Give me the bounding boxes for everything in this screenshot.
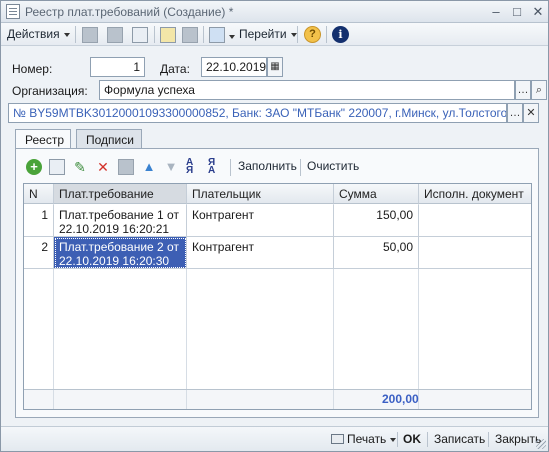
title-bar[interactable]: Реестр плат.требований (Создание) * – □ … <box>1 1 548 23</box>
chevron-down-icon <box>63 32 70 37</box>
toolbar-separator <box>75 26 76 43</box>
move-up-icon[interactable]: ▲ <box>141 159 157 175</box>
registry-table: N Плат.требование Плательщик Сумма Испол… <box>23 183 532 410</box>
edit-icon[interactable] <box>107 27 123 43</box>
ok-button[interactable]: OK <box>403 431 421 448</box>
actions-menu-label: Действия <box>7 27 60 41</box>
calendar-icon[interactable]: ▦ <box>267 57 283 77</box>
toolbar-separator <box>203 26 204 43</box>
help-icon[interactable]: ? <box>304 26 321 43</box>
copy-icon[interactable] <box>82 27 98 43</box>
main-toolbar: Действия Перейти ? i <box>1 23 548 46</box>
tab-signatures[interactable]: Подписи <box>76 129 142 149</box>
exec-document-cell[interactable] <box>419 237 531 269</box>
number-field[interactable]: 1 <box>90 57 145 77</box>
column-divider <box>186 390 187 409</box>
unpost-document-icon[interactable] <box>182 27 198 43</box>
move-down-icon[interactable]: ▼ <box>163 159 179 175</box>
sort-descending-icon[interactable]: ЯA <box>208 158 224 176</box>
search-icon[interactable]: ⌕ <box>531 80 547 100</box>
resize-grip[interactable] <box>536 439 546 449</box>
row-number: 2 <box>24 237 54 269</box>
toolbar-separator <box>427 432 428 447</box>
select-ellipsis-button[interactable]: … <box>515 80 531 100</box>
toolbar-separator <box>154 26 155 43</box>
payment-request-date: 22.10.2019 16:20:30 <box>59 254 170 268</box>
maximize-button[interactable]: □ <box>508 3 526 20</box>
fill-button[interactable]: Заполнить <box>238 157 297 176</box>
copy-row-icon[interactable] <box>49 159 65 175</box>
sum-cell[interactable]: 50,00 <box>334 237 419 269</box>
add-row-icon[interactable]: + <box>26 159 42 175</box>
edit-row-icon[interactable]: ✎ <box>72 159 88 175</box>
print-menu[interactable]: Печать <box>331 431 397 448</box>
payer-cell[interactable]: Контрагент <box>187 205 334 237</box>
bottom-command-bar: Печать OK Записать Закрыть <box>1 426 548 451</box>
end-edit-icon[interactable] <box>118 159 134 175</box>
date-field[interactable]: 22.10.2019 <box>201 57 267 77</box>
printer-icon <box>331 434 344 444</box>
post-document-icon[interactable] <box>160 27 176 43</box>
sum-cell[interactable]: 150,00 <box>334 205 419 237</box>
column-header-payer[interactable]: Плательщик <box>187 184 334 204</box>
payment-request-cell-selected[interactable]: Плат.требование 2 от 22.10.2019 16:20:30 <box>54 237 187 269</box>
document-icon <box>6 4 20 19</box>
column-divider <box>333 390 334 409</box>
minimize-button[interactable]: – <box>487 3 505 20</box>
close-button[interactable]: Закрыть <box>495 431 541 448</box>
goto-menu-label: Перейти <box>239 27 287 41</box>
exec-document-cell[interactable] <box>419 205 531 237</box>
toolbar-separator <box>397 432 398 447</box>
toolbar-separator <box>300 159 301 176</box>
payment-request-cell[interactable]: Плат.требование 1 от 22.10.2019 16:20:21 <box>54 205 187 237</box>
column-divider <box>53 390 54 409</box>
chevron-down-icon[interactable] <box>229 35 235 39</box>
chevron-down-icon <box>290 32 297 37</box>
toolbar-separator <box>297 26 298 43</box>
bank-account-field[interactable]: № BY59MTBK30120001093300000852, Банк: ЗА… <box>8 103 507 123</box>
delete-row-icon[interactable]: ✕ <box>95 159 111 175</box>
structure-icon[interactable] <box>209 27 225 43</box>
clear-icon[interactable]: ✕ <box>523 103 539 123</box>
organization-field[interactable]: Формула успеха <box>99 80 515 100</box>
toolbar-separator <box>326 26 327 43</box>
tab-registry[interactable]: Реестр <box>15 129 71 150</box>
sort-ascending-icon[interactable]: AЯ <box>186 158 202 176</box>
toolbar-separator <box>488 432 489 447</box>
table-totals-row: 200,00 <box>24 389 531 409</box>
chevron-down-icon <box>390 437 397 442</box>
payment-request-title: Плат.требование 1 от <box>59 208 179 222</box>
organization-label: Организация: <box>12 84 88 98</box>
toolbar-separator <box>230 159 231 176</box>
save-button[interactable]: Записать <box>434 431 485 448</box>
row-number: 1 <box>24 205 54 237</box>
form-window: Реестр плат.требований (Создание) * – □ … <box>0 0 549 452</box>
goto-menu[interactable]: Перейти <box>239 25 297 44</box>
payment-request-title: Плат.требование 2 от <box>59 240 179 254</box>
payment-request-date: 22.10.2019 16:20:21 <box>59 222 170 236</box>
new-document-icon[interactable] <box>132 27 148 43</box>
print-menu-label: Печать <box>347 432 387 446</box>
column-header-sum[interactable]: Сумма <box>334 184 419 204</box>
window-title: Реестр плат.требований (Создание) * <box>25 5 234 19</box>
date-label: Дата: <box>160 62 190 76</box>
close-window-button[interactable]: ✕ <box>529 3 547 20</box>
number-label: Номер: <box>12 62 53 76</box>
clear-button[interactable]: Очистить <box>307 157 359 176</box>
column-header-payment-request[interactable]: Плат.требование <box>54 184 187 204</box>
column-header-n[interactable]: N <box>24 184 54 204</box>
registry-panel: + ✎ ✕ ▲ ▼ AЯ ЯA Заполнить Очистить N Пла… <box>15 148 539 418</box>
info-icon[interactable]: i <box>332 26 349 43</box>
select-ellipsis-button[interactable]: … <box>507 103 523 123</box>
payer-cell[interactable]: Контрагент <box>187 237 334 269</box>
sum-total: 200,00 <box>382 392 419 406</box>
table-toolbar: + ✎ ✕ ▲ ▼ AЯ ЯA Заполнить Очистить <box>24 157 529 177</box>
column-header-exec-document[interactable]: Исполн. документ <box>419 184 531 204</box>
actions-menu[interactable]: Действия <box>7 25 70 44</box>
